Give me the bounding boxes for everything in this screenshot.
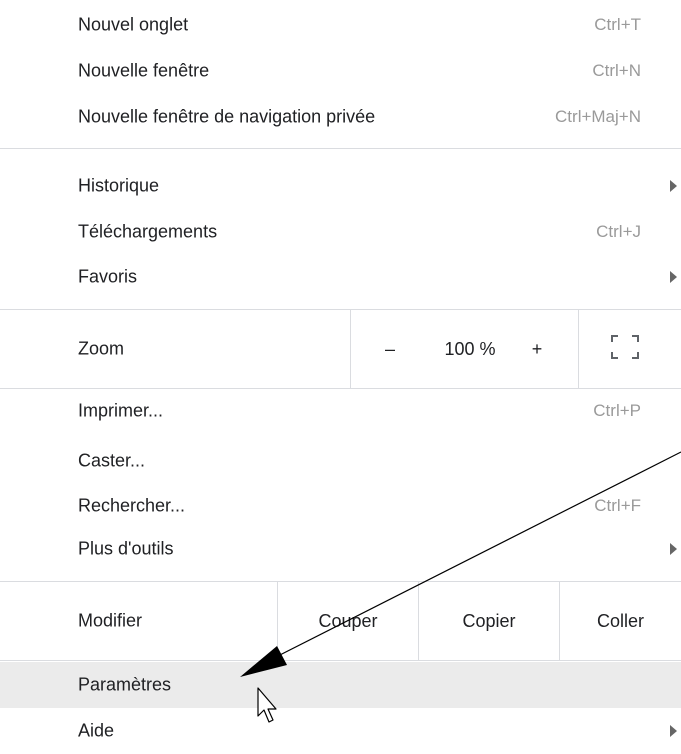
zoom-label: Zoom — [78, 338, 125, 359]
new-tab-shortcut: Ctrl+T — [594, 15, 641, 34]
new-window-shortcut: Ctrl+N — [592, 61, 641, 80]
menu-item-cast[interactable]: Caster... — [0, 438, 681, 484]
menu-item-help[interactable]: Aide — [0, 708, 681, 754]
separator — [0, 660, 681, 661]
menu-item-new-private-window[interactable]: Nouvelle fenêtre de navigation privée Ct… — [0, 94, 681, 140]
print-shortcut: Ctrl+P — [593, 401, 641, 420]
history-label: Historique — [78, 175, 160, 196]
cast-label: Caster... — [78, 450, 146, 471]
menu-item-more-tools[interactable]: Plus d'outils — [0, 526, 681, 572]
cut-button[interactable]: Couper — [278, 582, 418, 660]
zoom-in-button[interactable]: + — [512, 310, 562, 388]
new-private-window-shortcut: Ctrl+Maj+N — [555, 107, 641, 126]
divider — [350, 310, 351, 388]
chevron-right-icon — [670, 543, 677, 555]
zoom-level: 100 % — [444, 338, 496, 359]
print-label: Imprimer... — [78, 400, 164, 421]
menu-item-new-tab[interactable]: Nouvel onglet Ctrl+T — [0, 2, 681, 48]
downloads-label: Téléchargements — [78, 221, 218, 242]
edit-label: Modifier — [78, 610, 143, 631]
menu-item-settings[interactable]: Paramètres — [0, 662, 681, 708]
chevron-right-icon — [670, 180, 677, 192]
downloads-shortcut: Ctrl+J — [596, 222, 641, 241]
paste-button[interactable]: Coller — [560, 582, 681, 660]
new-tab-label: Nouvel onglet — [78, 14, 189, 35]
menu-item-favorites[interactable]: Favoris — [0, 254, 681, 300]
help-label: Aide — [78, 720, 115, 741]
zoom-row: Zoom – 100 % + — [0, 310, 681, 388]
zoom-out-button[interactable]: – — [360, 310, 420, 388]
chevron-right-icon — [670, 725, 677, 737]
menu-item-downloads[interactable]: Téléchargements Ctrl+J — [0, 209, 681, 255]
find-shortcut: Ctrl+F — [594, 496, 641, 515]
find-label: Rechercher... — [78, 495, 186, 516]
favorites-label: Favoris — [78, 266, 138, 287]
chrome-main-menu: Nouvel onglet Ctrl+T Nouvelle fenêtre Ct… — [0, 0, 681, 747]
menu-item-find[interactable]: Rechercher... Ctrl+F — [0, 483, 681, 529]
edit-row: Modifier Couper Copier Coller — [0, 582, 681, 660]
divider — [578, 310, 579, 388]
new-private-window-label: Nouvelle fenêtre de navigation privée — [78, 106, 376, 127]
fullscreen-icon[interactable] — [611, 335, 639, 359]
copy-button[interactable]: Copier — [419, 582, 559, 660]
menu-item-new-window[interactable]: Nouvelle fenêtre Ctrl+N — [0, 48, 681, 94]
new-window-label: Nouvelle fenêtre — [78, 60, 210, 81]
chevron-right-icon — [670, 271, 677, 283]
more-tools-label: Plus d'outils — [78, 538, 174, 559]
separator — [0, 148, 681, 149]
menu-item-print[interactable]: Imprimer... Ctrl+P — [0, 388, 681, 434]
menu-item-history[interactable]: Historique — [0, 163, 681, 209]
settings-label: Paramètres — [78, 674, 172, 695]
